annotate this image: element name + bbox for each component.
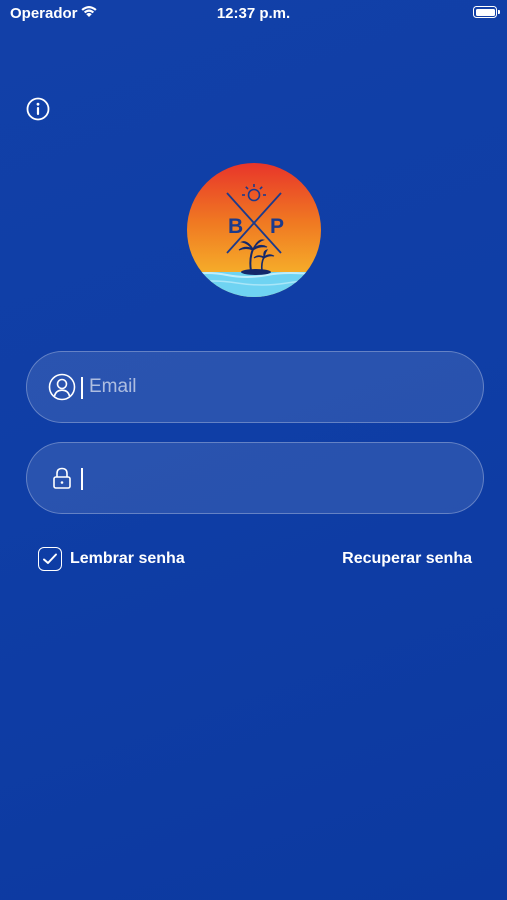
info-circle-icon[interactable]: [26, 97, 50, 121]
battery-icon: [473, 6, 500, 18]
status-bar: Operador 12:37 p.m.: [0, 0, 507, 28]
password-field[interactable]: [26, 442, 484, 514]
remember-checkbox[interactable]: [38, 547, 62, 571]
email-input[interactable]: [79, 352, 479, 422]
app-logo: B P: [187, 163, 321, 297]
password-input[interactable]: [79, 443, 479, 513]
remember-password-label: Lembrar senha: [70, 550, 185, 567]
user-circle-icon: [48, 373, 76, 401]
remember-password-toggle[interactable]: Lembrar senha: [38, 547, 185, 571]
status-time: 12:37 p.m.: [216, 5, 291, 22]
logo-letter-p: P: [270, 215, 284, 238]
recover-password-link[interactable]: Recuperar senha: [342, 550, 472, 568]
email-field[interactable]: [26, 351, 484, 423]
checkmark-icon: [43, 553, 57, 564]
lock-icon: [53, 467, 71, 489]
logo-letter-b: B: [228, 215, 243, 238]
